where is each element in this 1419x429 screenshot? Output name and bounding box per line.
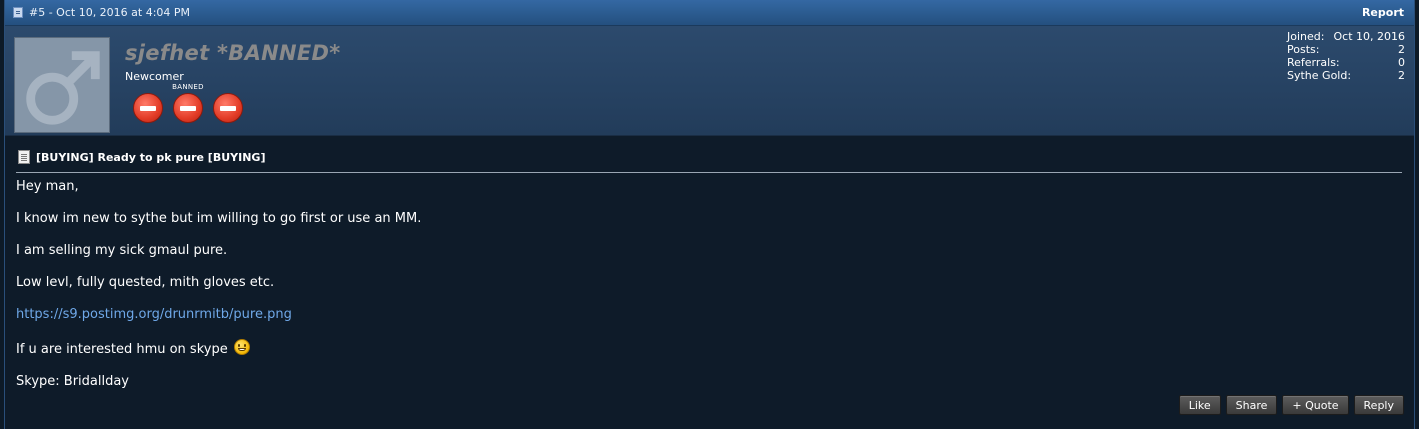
thread-title: [BUYING] Ready to pk pure [BUYING]	[36, 150, 266, 164]
post-content: [BUYING] Ready to pk pure [BUYING] Hey m…	[5, 136, 1414, 390]
username[interactable]: sjefhet *BANNED*	[125, 41, 341, 65]
banned-badge	[133, 83, 163, 123]
stat-referrals: Referrals: 0	[1287, 56, 1405, 69]
stat-label: Sythe Gold:	[1287, 69, 1352, 82]
stat-label: Joined:	[1287, 30, 1325, 43]
ban-icon	[133, 93, 163, 123]
message-line: I am selling my sick gmaul pure.	[16, 243, 228, 258]
message-text: If u are interested hmu on skype	[16, 342, 228, 357]
message-line: Low levl, fully quested, mith gloves etc…	[16, 275, 275, 290]
quote-button[interactable]: + Quote	[1282, 395, 1349, 415]
message-link-line: https://s9.postimg.org/drunrmitb/pure.pn…	[16, 307, 1402, 323]
user-badges: BANNED	[133, 83, 243, 123]
user-stats: Joined: Oct 10, 2016 Posts: 2 Referrals:…	[1287, 30, 1405, 82]
ban-icon	[173, 93, 203, 123]
post-meta: #5 - Oct 10, 2016 at 4:04 PM	[29, 6, 191, 19]
banned-badge	[213, 83, 243, 123]
message-line: Hey man,	[16, 179, 79, 194]
banned-badge: BANNED	[172, 83, 204, 123]
stat-value: 2	[1398, 69, 1405, 82]
share-button[interactable]: Share	[1225, 395, 1278, 415]
post-meta-group: #5 - Oct 10, 2016 at 4:04 PM	[13, 6, 190, 19]
stat-value: 2	[1398, 43, 1405, 56]
stat-value: 0	[1398, 56, 1405, 69]
message-body: Hey man, I know im new to sythe but im w…	[16, 179, 1402, 390]
message-line: Skype: Bridallday	[16, 374, 130, 389]
post-icon	[13, 7, 23, 18]
thread-title-row: [BUYING] Ready to pk pure [BUYING]	[16, 146, 1402, 173]
male-symbol-icon	[26, 51, 100, 125]
badge-label: BANNED	[172, 83, 204, 91]
post-actions: Like Share + Quote Reply	[1178, 395, 1404, 415]
document-icon	[18, 150, 30, 164]
stat-value: Oct 10, 2016	[1333, 30, 1406, 43]
message-line: If u are interested hmu on skype	[16, 339, 1402, 358]
like-button[interactable]: Like	[1178, 395, 1221, 415]
image-link[interactable]: https://s9.postimg.org/drunrmitb/pure.pn…	[16, 307, 292, 322]
message-line: I know im new to sythe but im willing to…	[16, 211, 422, 226]
post-header: #5 - Oct 10, 2016 at 4:04 PM Report	[5, 0, 1414, 26]
report-link[interactable]: Report	[1362, 6, 1404, 19]
stat-joined: Joined: Oct 10, 2016	[1287, 30, 1405, 43]
stat-posts: Posts: 2	[1287, 43, 1405, 56]
stat-label: Referrals:	[1287, 56, 1340, 69]
stat-sythe-gold: Sythe Gold: 2	[1287, 69, 1405, 82]
ban-icon	[213, 93, 243, 123]
user-info-panel: sjefhet *BANNED* Newcomer BANNED Joined:…	[5, 26, 1414, 136]
user-title: Newcomer	[125, 70, 184, 83]
smiley-icon	[233, 339, 250, 355]
avatar[interactable]	[14, 37, 110, 133]
stat-label: Posts:	[1287, 43, 1320, 56]
forum-post: #5 - Oct 10, 2016 at 4:04 PM Report sjef…	[4, 0, 1415, 429]
reply-button[interactable]: Reply	[1353, 395, 1404, 415]
